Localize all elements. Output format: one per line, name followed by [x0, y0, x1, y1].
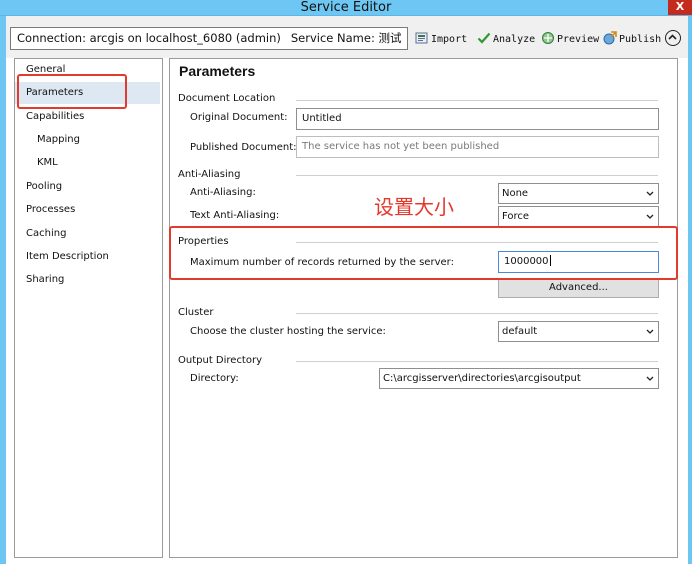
section-document-location: Document Location: [178, 93, 276, 104]
anti-aliasing-label: Anti-Aliasing:: [190, 187, 256, 198]
nav-item-item-description[interactable]: Item Description: [15, 246, 160, 268]
directory-select[interactable]: C:\arcgisserver\directories\arcgisoutput: [379, 368, 659, 389]
window-frame-left: [0, 16, 6, 564]
collapse-toggle[interactable]: [665, 30, 681, 46]
section-output-directory: Output Directory: [178, 355, 263, 366]
nav-item-pooling[interactable]: Pooling: [15, 176, 160, 198]
annotation-text: 设置大小: [374, 195, 454, 219]
text-anti-aliasing-label: Text Anti-Aliasing:: [190, 210, 280, 221]
chevron-up-icon: [668, 34, 677, 40]
published-document-label: Published Document:: [190, 142, 297, 153]
published-document-field: The service has not yet been published: [296, 136, 659, 158]
connection-field: Connection: arcgis on localhost_6080 (ad…: [10, 27, 408, 50]
connection-label: Connection: arcgis on localhost_6080 (ad…: [17, 31, 281, 45]
cluster-select[interactable]: default: [498, 321, 659, 342]
section-anti-aliasing: Anti-Aliasing: [178, 169, 241, 180]
service-name-label: Service Name: 测试: [290, 31, 402, 45]
section-divider: [296, 175, 658, 176]
publish-icon: [603, 31, 617, 45]
page-title: Parameters: [179, 63, 256, 79]
close-button[interactable]: X: [668, 0, 692, 15]
chevron-down-icon: [646, 191, 654, 196]
directory-label: Directory:: [190, 373, 239, 384]
nav-item-capabilities[interactable]: Capabilities: [15, 106, 160, 128]
window-frame-right: [688, 16, 692, 564]
checkmark-icon: [477, 31, 491, 45]
section-divider: [296, 361, 658, 362]
window-title: Service Editor: [300, 0, 392, 15]
nav-item-processes[interactable]: Processes: [15, 199, 160, 221]
text-anti-aliasing-select[interactable]: Force: [498, 206, 659, 227]
import-button[interactable]: Import: [415, 31, 467, 47]
highlight-box-properties: [169, 226, 678, 280]
import-icon: [415, 31, 429, 45]
parameters-panel: [169, 58, 678, 558]
original-document-field[interactable]: Untitled: [296, 108, 659, 130]
chevron-down-icon: [646, 329, 654, 334]
publish-button[interactable]: Publish: [603, 31, 661, 47]
nav-item-mapping[interactable]: Mapping: [15, 129, 160, 151]
anti-aliasing-select[interactable]: None: [498, 183, 659, 204]
section-divider: [296, 100, 658, 101]
chevron-down-icon: [646, 214, 654, 219]
nav-item-kml[interactable]: KML: [15, 152, 160, 174]
nav-item-caching[interactable]: Caching: [15, 223, 160, 245]
title-bar: Service Editor X: [0, 0, 692, 16]
advanced-button[interactable]: Advanced...: [498, 279, 659, 298]
analyze-button[interactable]: Analyze: [477, 31, 535, 47]
original-document-label: Original Document:: [190, 112, 288, 123]
preview-button[interactable]: Preview: [541, 31, 599, 47]
section-cluster: Cluster: [178, 307, 214, 318]
cluster-label: Choose the cluster hosting the service:: [190, 326, 386, 337]
preview-icon: [541, 31, 555, 45]
section-divider: [296, 313, 658, 314]
nav-item-sharing[interactable]: Sharing: [15, 269, 160, 291]
chevron-down-icon: [646, 376, 654, 381]
highlight-box-parameters: [17, 74, 127, 109]
